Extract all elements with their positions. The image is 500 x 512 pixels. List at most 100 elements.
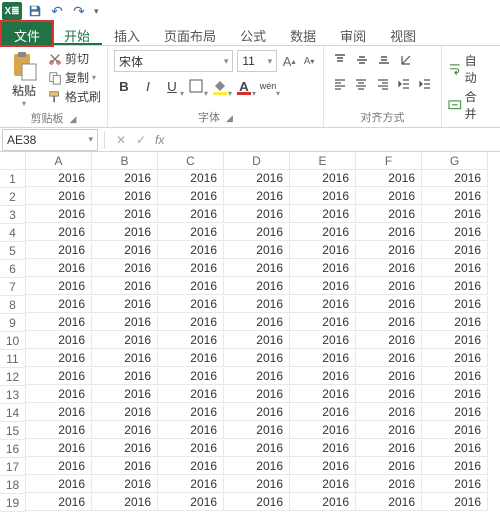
cell[interactable]: 2016: [26, 278, 92, 295]
row-header[interactable]: 9: [0, 314, 26, 332]
cell[interactable]: 2016: [26, 476, 92, 493]
tab-formulas[interactable]: 公式: [228, 22, 278, 45]
formula-cancel-button[interactable]: ✕: [111, 133, 131, 147]
align-bottom-button[interactable]: [374, 50, 394, 70]
cell[interactable]: 2016: [422, 386, 488, 403]
cell[interactable]: 2016: [422, 494, 488, 511]
qat-dropdown-icon[interactable]: ▾: [92, 6, 99, 17]
cell[interactable]: 2016: [422, 440, 488, 457]
grow-font-button[interactable]: A▴: [281, 50, 297, 72]
cell[interactable]: 2016: [26, 206, 92, 223]
cell[interactable]: 2016: [158, 458, 224, 475]
cell[interactable]: 2016: [290, 368, 356, 385]
font-size-combo[interactable]: 11 ▾: [237, 50, 277, 72]
cell[interactable]: 2016: [224, 332, 290, 349]
increase-indent-button[interactable]: [416, 74, 435, 94]
cell[interactable]: 2016: [290, 224, 356, 241]
column-header[interactable]: E: [290, 152, 356, 170]
cell[interactable]: 2016: [224, 386, 290, 403]
cell[interactable]: 2016: [356, 188, 422, 205]
cell[interactable]: 2016: [356, 422, 422, 439]
tab-view[interactable]: 视图: [378, 22, 428, 45]
cell[interactable]: 2016: [92, 260, 158, 277]
fill-color-button[interactable]: ▾: [210, 76, 230, 96]
cell[interactable]: 2016: [92, 476, 158, 493]
cell[interactable]: 2016: [158, 242, 224, 259]
cell[interactable]: 2016: [92, 422, 158, 439]
cell[interactable]: 2016: [356, 296, 422, 313]
cell[interactable]: 2016: [422, 368, 488, 385]
cell[interactable]: 2016: [224, 170, 290, 187]
cell[interactable]: 2016: [224, 404, 290, 421]
cell[interactable]: 2016: [26, 260, 92, 277]
cell[interactable]: 2016: [92, 296, 158, 313]
cell[interactable]: 2016: [290, 296, 356, 313]
cell[interactable]: 2016: [26, 314, 92, 331]
cell[interactable]: 2016: [158, 404, 224, 421]
cell[interactable]: 2016: [158, 278, 224, 295]
cell[interactable]: 2016: [422, 314, 488, 331]
cell[interactable]: 2016: [158, 296, 224, 313]
column-header[interactable]: C: [158, 152, 224, 170]
cell[interactable]: 2016: [356, 314, 422, 331]
cell[interactable]: 2016: [92, 494, 158, 511]
cell[interactable]: 2016: [158, 332, 224, 349]
cell[interactable]: 2016: [356, 332, 422, 349]
cell[interactable]: 2016: [92, 368, 158, 385]
cell[interactable]: 2016: [224, 224, 290, 241]
cell[interactable]: 2016: [158, 350, 224, 367]
cell[interactable]: 2016: [26, 350, 92, 367]
align-right-button[interactable]: [373, 74, 392, 94]
cell[interactable]: 2016: [158, 440, 224, 457]
font-color-button[interactable]: A▾: [234, 76, 254, 96]
font-dialog-icon[interactable]: ◢: [220, 113, 233, 123]
cell[interactable]: 2016: [290, 242, 356, 259]
cell[interactable]: 2016: [356, 476, 422, 493]
cell[interactable]: 2016: [224, 278, 290, 295]
cell[interactable]: 2016: [422, 206, 488, 223]
row-header[interactable]: 13: [0, 386, 26, 404]
cell[interactable]: 2016: [92, 332, 158, 349]
cell[interactable]: 2016: [92, 386, 158, 403]
cell[interactable]: 2016: [92, 314, 158, 331]
cell[interactable]: 2016: [356, 458, 422, 475]
clipboard-dialog-icon[interactable]: ◢: [64, 114, 77, 124]
save-icon[interactable]: [26, 2, 44, 20]
cell[interactable]: 2016: [356, 242, 422, 259]
wrap-text-button[interactable]: 自动: [448, 52, 488, 86]
row-header[interactable]: 17: [0, 458, 26, 476]
row-header[interactable]: 6: [0, 260, 26, 278]
cell[interactable]: 2016: [26, 494, 92, 511]
cell[interactable]: 2016: [422, 458, 488, 475]
cell[interactable]: 2016: [422, 224, 488, 241]
cell[interactable]: 2016: [26, 422, 92, 439]
cell[interactable]: 2016: [422, 278, 488, 295]
cell[interactable]: 2016: [26, 368, 92, 385]
cell[interactable]: 2016: [26, 224, 92, 241]
cell[interactable]: 2016: [422, 404, 488, 421]
paste-dropdown-icon[interactable]: ▾: [6, 99, 42, 108]
orientation-button[interactable]: [396, 50, 416, 70]
align-middle-button[interactable]: [352, 50, 372, 70]
cell[interactable]: 2016: [158, 368, 224, 385]
cell[interactable]: 2016: [158, 170, 224, 187]
cell[interactable]: 2016: [92, 404, 158, 421]
row-header[interactable]: 3: [0, 206, 26, 224]
row-header[interactable]: 11: [0, 350, 26, 368]
cell[interactable]: 2016: [290, 188, 356, 205]
formula-enter-button[interactable]: ✓: [131, 133, 151, 147]
cell[interactable]: 2016: [26, 458, 92, 475]
cell[interactable]: 2016: [26, 296, 92, 313]
cell[interactable]: 2016: [290, 206, 356, 223]
cell[interactable]: 2016: [224, 188, 290, 205]
cell[interactable]: 2016: [224, 422, 290, 439]
cell[interactable]: 2016: [290, 440, 356, 457]
row-header[interactable]: 19: [0, 494, 26, 512]
tab-home[interactable]: 开始: [52, 22, 102, 45]
cell[interactable]: 2016: [290, 314, 356, 331]
cell[interactable]: 2016: [92, 188, 158, 205]
shrink-font-button[interactable]: A▾: [301, 50, 317, 72]
cell[interactable]: 2016: [290, 350, 356, 367]
cell[interactable]: 2016: [158, 224, 224, 241]
cell[interactable]: 2016: [356, 170, 422, 187]
